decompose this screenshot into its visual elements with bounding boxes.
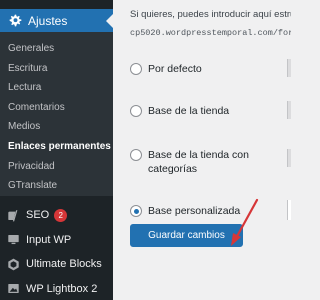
submenu-gtranslate[interactable]: GTranslate	[0, 176, 113, 196]
radio-base-tienda[interactable]	[130, 105, 142, 117]
option-label: Base de la tienda con categorías	[148, 149, 249, 175]
annotation-arrow-icon	[231, 198, 259, 246]
submenu-generales[interactable]: Generales	[0, 39, 113, 59]
monitor-icon	[6, 233, 20, 247]
submenu-privacidad[interactable]: Privacidad	[0, 157, 113, 177]
submenu-enlaces-permanentes[interactable]: Enlaces permanentes	[0, 137, 113, 157]
admin-sidebar: Ajustes Generales Escritura Lectura Come…	[0, 0, 113, 300]
yoast-icon	[6, 208, 20, 222]
option-label: Por defecto	[148, 63, 202, 75]
menu-item-input-wp[interactable]: Input WP	[0, 228, 113, 253]
settings-icon	[8, 14, 22, 28]
submenu-escritura[interactable]: Escritura	[0, 59, 113, 79]
menu-item-ajustes[interactable]: Ajustes	[0, 9, 113, 32]
hexagon-icon	[6, 257, 20, 271]
option-base-tienda-categorias[interactable]: Base de la tienda con categorías	[130, 148, 268, 176]
example-field	[287, 59, 291, 77]
custom-base-input[interactable]	[287, 200, 291, 220]
menu-label: Input WP	[26, 233, 72, 246]
lightbox-icon	[6, 282, 20, 296]
option-por-defecto[interactable]: Por defecto	[130, 62, 268, 76]
menu-item-ultimate-blocks[interactable]: Ultimate Blocks	[0, 252, 113, 277]
notification-badge: 2	[54, 208, 68, 222]
radio-base-personalizada[interactable]	[130, 205, 142, 217]
permalink-settings-panel: Si quieres, puedes introducir aquí estru…	[113, 0, 291, 300]
menu-label: Ajustes	[28, 13, 68, 28]
option-base-tienda[interactable]: Base de la tienda	[130, 104, 268, 118]
menu-label: WP Lightbox 2	[26, 282, 98, 295]
radio-por-defecto[interactable]	[130, 63, 142, 75]
current-menu-arrow	[106, 14, 113, 28]
menu-item-seo[interactable]: SEO 2	[0, 203, 113, 228]
example-field	[287, 149, 291, 167]
submenu-lectura[interactable]: Lectura	[0, 78, 113, 98]
site-url: cp5020.wordpresstemporal.com/for	[130, 28, 291, 38]
example-field	[287, 101, 291, 119]
intro-text: Si quieres, puedes introducir aquí estru…	[130, 9, 291, 20]
submenu-comentarios[interactable]: Comentarios	[0, 98, 113, 118]
radio-base-tienda-categorias[interactable]	[130, 149, 142, 161]
submenu-medios[interactable]: Medios	[0, 117, 113, 137]
menu-item-wp-lightbox[interactable]: WP Lightbox 2	[0, 277, 113, 300]
menu-label: Ultimate Blocks	[26, 258, 102, 271]
settings-submenu: Generales Escritura Lectura Comentarios …	[0, 32, 113, 196]
menu-label: SEO	[26, 209, 50, 222]
menu-item-above	[0, 0, 113, 9]
option-label: Base de la tienda	[148, 105, 230, 117]
plugin-menu: SEO 2 Input WP Ultimate Blocks WP Lightb…	[0, 203, 113, 300]
